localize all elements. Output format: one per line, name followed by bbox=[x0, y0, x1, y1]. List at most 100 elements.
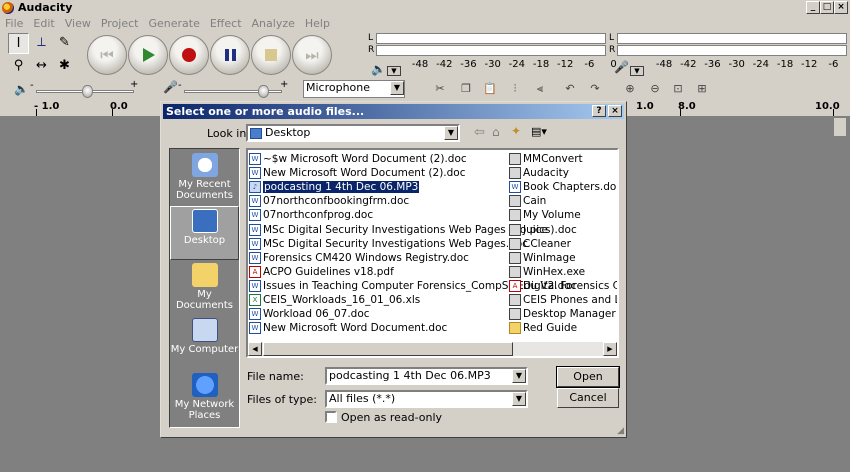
microphone-icon[interactable]: 🎤 bbox=[614, 60, 629, 74]
menu-file[interactable]: File bbox=[0, 17, 28, 30]
file-item[interactable]: MMConvert bbox=[509, 152, 617, 166]
file-name-label: File name: bbox=[247, 370, 304, 383]
paste-icon[interactable]: 📋 bbox=[480, 81, 500, 97]
open-button[interactable]: Open bbox=[556, 366, 620, 388]
menu-project[interactable]: Project bbox=[96, 17, 144, 30]
skip-to-end-button[interactable]: ⏭ bbox=[292, 35, 332, 75]
file-item[interactable]: Juice bbox=[509, 222, 617, 236]
desktop-icon bbox=[250, 127, 262, 139]
up-folder-icon[interactable]: ⌂ bbox=[492, 125, 500, 139]
file-item[interactable]: W Book Chapters.doc bbox=[509, 180, 617, 194]
chevron-down-icon[interactable]: ▼ bbox=[444, 126, 458, 140]
menu-help[interactable]: Help bbox=[300, 17, 335, 30]
output-meter-menu-button[interactable]: ▼ bbox=[387, 66, 401, 76]
open-file-dialog: Select one or more audio files... ? × Lo… bbox=[160, 101, 627, 438]
fit-project-icon[interactable]: ⊞ bbox=[692, 81, 712, 97]
menu-effect[interactable]: Effect bbox=[205, 17, 247, 30]
scroll-right-icon[interactable]: ▶ bbox=[603, 342, 617, 356]
close-window-button[interactable]: × bbox=[834, 1, 848, 14]
vertical-scrollbar[interactable] bbox=[834, 118, 846, 136]
file-name: WinHex.exe bbox=[523, 265, 586, 278]
file-name-input[interactable]: podcasting 1 4th Dec 06.MP3 ▼ bbox=[325, 367, 528, 385]
file-name: ACPO Guidelines v18.pdf bbox=[263, 265, 394, 278]
resize-grip-icon[interactable]: ◢ bbox=[617, 426, 624, 436]
help-button[interactable]: ? bbox=[592, 105, 606, 117]
menu-view[interactable]: View bbox=[60, 17, 96, 30]
dialog-close-button[interactable]: × bbox=[608, 105, 622, 117]
file-item[interactable]: Cain bbox=[509, 194, 617, 208]
copy-icon[interactable]: ❐ bbox=[456, 81, 476, 97]
silence-icon[interactable]: ⫷ bbox=[530, 81, 550, 97]
draw-tool-icon[interactable]: ✎ bbox=[54, 33, 75, 54]
read-only-checkbox[interactable] bbox=[325, 411, 337, 423]
place-my-network-places[interactable]: My Network Places bbox=[170, 371, 239, 425]
place-my-computer[interactable]: My Computer bbox=[170, 316, 239, 370]
look-in-select[interactable]: Desktop ▼ bbox=[246, 124, 460, 142]
back-icon[interactable]: ⇦ bbox=[474, 125, 485, 140]
new-folder-icon[interactable]: ✦ bbox=[511, 124, 521, 138]
trim-icon[interactable]: ⫶ bbox=[505, 81, 525, 97]
file-item[interactable]: My Volume bbox=[509, 208, 617, 222]
pause-button[interactable] bbox=[210, 35, 250, 75]
output-volume-slider[interactable] bbox=[82, 85, 93, 98]
place-my-documents[interactable]: My Documents bbox=[170, 261, 239, 315]
input-meter-menu-button[interactable]: ▼ bbox=[630, 66, 644, 76]
selection-tool-icon[interactable]: I bbox=[8, 33, 29, 54]
file-type-select[interactable]: All files (*.*) ▼ bbox=[325, 390, 528, 408]
skip-to-start-button[interactable]: ⏮ bbox=[87, 35, 127, 75]
file-item[interactable]: ADigital Forensics Conf.pd bbox=[509, 279, 617, 293]
file-item[interactable]: Desktop Manager bbox=[509, 307, 617, 321]
minimize-button[interactable]: _ bbox=[806, 1, 820, 14]
file-item[interactable]: CEIS Phones and Locatio bbox=[509, 293, 617, 307]
multi-tool-icon[interactable]: ✱ bbox=[54, 56, 75, 77]
play-button[interactable] bbox=[128, 35, 168, 75]
input-volume-slider[interactable] bbox=[258, 85, 269, 98]
menu-edit[interactable]: Edit bbox=[28, 17, 59, 30]
speaker-icon[interactable]: 🔈 bbox=[371, 62, 386, 76]
chevron-down-icon[interactable]: ▼ bbox=[512, 369, 526, 383]
zoom-in-icon[interactable]: ⊕ bbox=[620, 81, 640, 97]
audacity-logo-icon bbox=[2, 1, 14, 14]
record-button[interactable] bbox=[169, 35, 209, 75]
place-my-recent-documents[interactable]: My Recent Documents bbox=[170, 151, 239, 205]
fit-selection-icon[interactable]: ⊡ bbox=[668, 81, 688, 97]
tick: -12 bbox=[801, 59, 818, 70]
word-doc-icon: W bbox=[249, 308, 261, 321]
file-item[interactable]: Audacity bbox=[509, 166, 617, 180]
view-menu-icon[interactable]: ▤▾ bbox=[531, 125, 547, 138]
tick: -18 bbox=[532, 59, 550, 70]
file-name: Desktop Manager bbox=[523, 308, 616, 321]
my-computer-icon bbox=[191, 318, 218, 342]
cut-icon[interactable]: ✂ bbox=[430, 81, 450, 97]
scroll-left-icon[interactable]: ◀ bbox=[248, 342, 262, 356]
file-item[interactable]: Red Guide bbox=[509, 321, 617, 335]
cancel-button[interactable]: Cancel bbox=[557, 388, 619, 408]
zoom-tool-icon[interactable]: ⚲ bbox=[8, 56, 29, 77]
stop-button[interactable] bbox=[251, 35, 291, 75]
place-desktop[interactable]: Desktop bbox=[170, 206, 239, 260]
timeshift-tool-icon[interactable]: ↔ bbox=[31, 56, 52, 77]
timeline-tick bbox=[36, 109, 37, 116]
chevron-down-icon[interactable]: ▼ bbox=[390, 81, 404, 95]
file-item[interactable]: CCleaner bbox=[509, 237, 617, 251]
file-item[interactable]: WinHex.exe bbox=[509, 265, 617, 279]
redo-icon[interactable]: ↷ bbox=[585, 81, 605, 97]
chevron-down-icon[interactable]: ▼ bbox=[512, 392, 526, 406]
file-list[interactable]: W ~$w Microsoft Word Document (2).doc W New… bbox=[246, 148, 619, 358]
file-type-value: All files (*.*) bbox=[329, 392, 396, 405]
file-name: Forensics CM420 Windows Registry.doc bbox=[263, 251, 469, 264]
slider-minus: - bbox=[178, 80, 182, 91]
file-item[interactable]: WinImage bbox=[509, 251, 617, 265]
file-name: Audacity bbox=[523, 167, 569, 180]
tick: -42 bbox=[436, 59, 453, 70]
scroll-thumb[interactable] bbox=[263, 342, 513, 356]
restore-button[interactable]: □ bbox=[820, 1, 834, 14]
file-name: My Volume bbox=[523, 209, 581, 222]
horizontal-scrollbar[interactable]: ◀ ▶ bbox=[248, 342, 617, 356]
menu-analyze[interactable]: Analyze bbox=[247, 17, 300, 30]
input-source-select[interactable]: Microphone ▼ bbox=[303, 80, 405, 98]
envelope-tool-icon[interactable]: ⟂ bbox=[31, 33, 52, 54]
menu-generate[interactable]: Generate bbox=[143, 17, 204, 30]
undo-icon[interactable]: ↶ bbox=[560, 81, 580, 97]
zoom-out-icon[interactable]: ⊖ bbox=[645, 81, 665, 97]
